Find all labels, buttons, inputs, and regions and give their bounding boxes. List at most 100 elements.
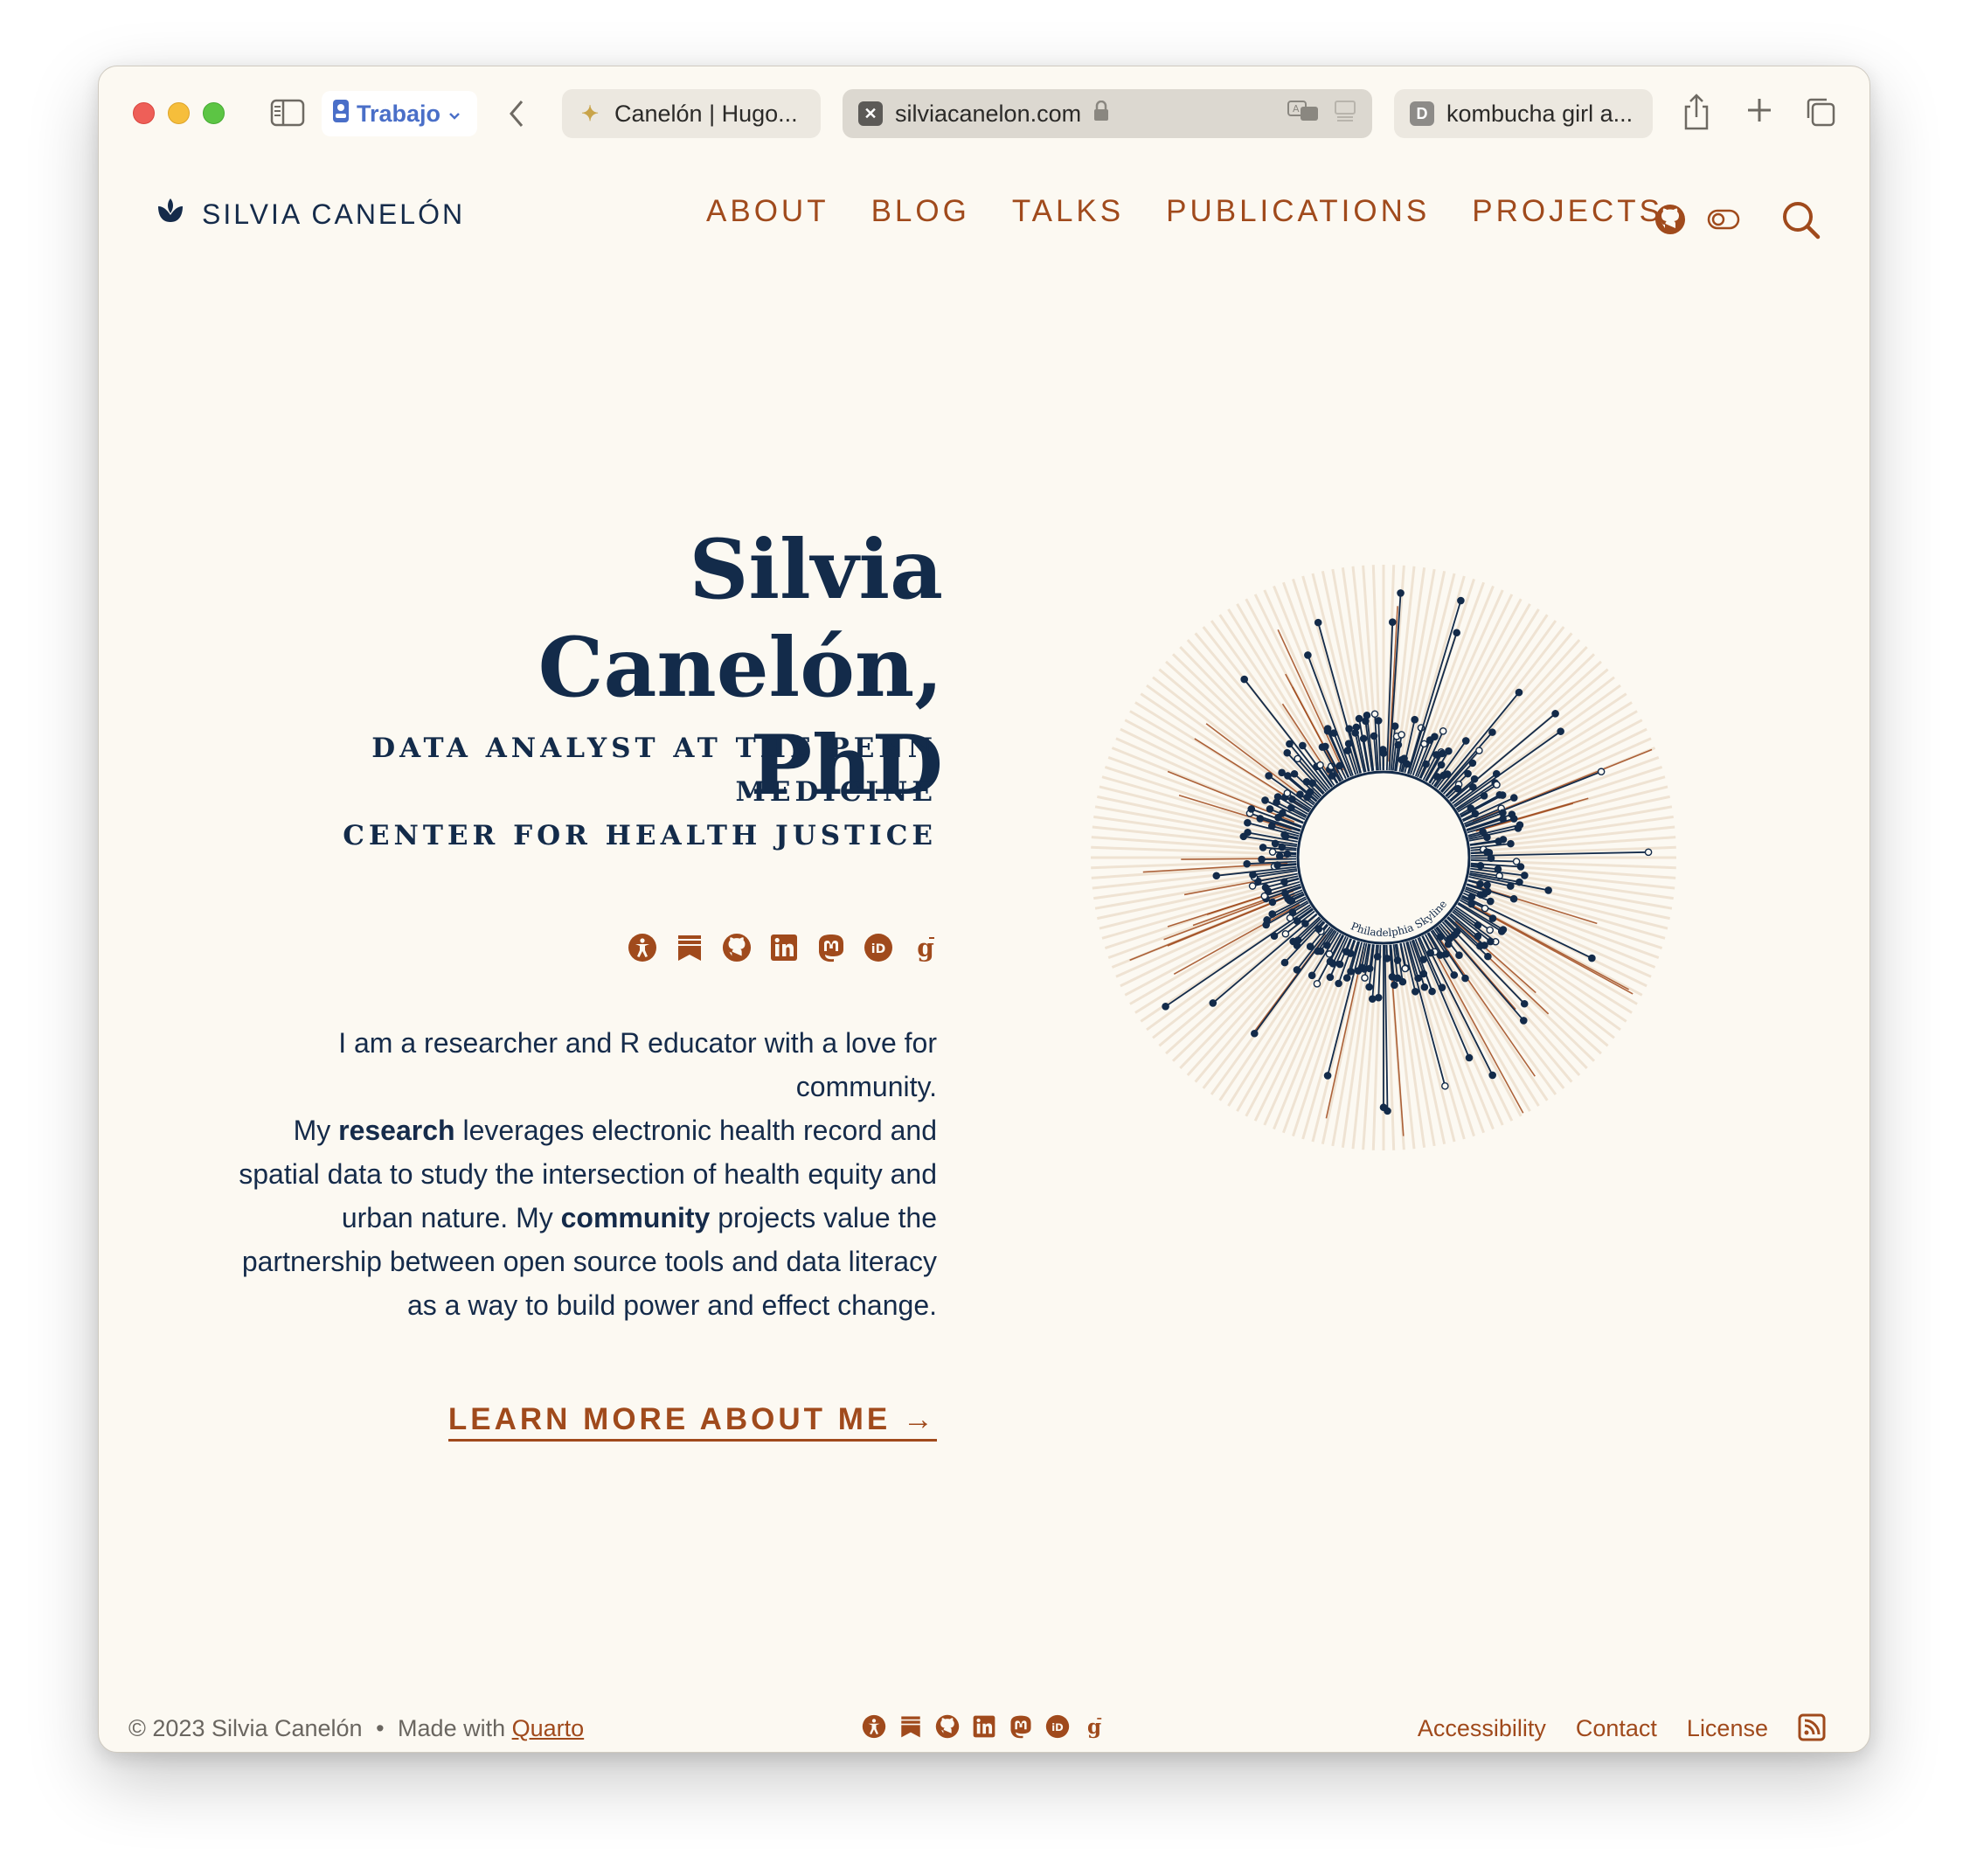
linkedin-icon[interactable] <box>971 1713 997 1740</box>
github-icon[interactable] <box>934 1713 961 1740</box>
viz-lollipop-dot <box>1445 747 1453 755</box>
viz-lollipop-dot <box>1302 777 1311 786</box>
intro-paragraph-1: I am a researcher and R educator with a … <box>338 1027 937 1102</box>
orcid-icon[interactable]: iD <box>863 932 894 963</box>
mastodon-icon[interactable] <box>815 932 847 963</box>
viz-lollipop-dot <box>1488 1071 1496 1080</box>
mastodon-icon[interactable] <box>1008 1713 1034 1740</box>
sidebar-toggle-icon[interactable] <box>269 98 306 128</box>
back-arrow-icon[interactable] <box>501 98 532 129</box>
zoom-window-button[interactable] <box>203 102 225 124</box>
viz-lollipop-dot <box>1281 929 1290 938</box>
viz-lollipop-dot <box>1268 910 1277 918</box>
accessibility-icon[interactable] <box>861 1713 887 1740</box>
viz-lollipop-dot <box>1468 759 1477 768</box>
d-favicon-icon: D <box>1410 101 1434 126</box>
site-brand[interactable]: SILVIA CANELÓN <box>156 198 465 231</box>
viz-lollipop-dot <box>1335 979 1342 988</box>
viz-lollipop-dot <box>1461 974 1469 983</box>
viz-lollipop-dot <box>1450 971 1459 979</box>
viz-lollipop-dot <box>1240 675 1249 684</box>
share-icon[interactable] <box>1679 91 1714 133</box>
viz-lollipop-dot <box>1248 882 1257 890</box>
viz-lollipop-dot <box>1388 618 1397 627</box>
orcid-icon[interactable]: iD <box>1044 1713 1071 1740</box>
address-bar-url[interactable]: silviacanelon.com <box>895 101 1081 128</box>
viz-lollipop-dot <box>1301 920 1309 928</box>
github-icon[interactable] <box>1654 204 1686 240</box>
viz-lollipop-dot <box>1261 796 1269 804</box>
viz-lollipop-dot <box>1275 851 1284 860</box>
linkedin-icon[interactable] <box>768 932 800 963</box>
viz-lollipop-dot <box>1284 772 1292 780</box>
nav-blog[interactable]: BLOG <box>871 194 970 229</box>
google-scholar-icon[interactable]: g <box>1081 1713 1107 1740</box>
nav-projects[interactable]: PROJECTS <box>1472 194 1663 229</box>
research-emphasis: research <box>338 1115 455 1146</box>
new-tab-icon[interactable] <box>1742 93 1777 128</box>
viz-lollipop-dot <box>1273 793 1282 801</box>
bookmark-icon[interactable] <box>674 932 705 963</box>
viz-lollipop-dot <box>1495 837 1503 845</box>
footer-separator: • <box>376 1715 385 1741</box>
viz-lollipop-dot <box>1306 942 1314 951</box>
footer-license-link[interactable]: License <box>1687 1715 1768 1742</box>
viz-lollipop-dot <box>1265 772 1273 780</box>
chevron-down-icon <box>447 101 461 128</box>
close-tab-icon[interactable]: ✕ <box>858 101 883 126</box>
google-scholar-icon[interactable]: g <box>910 932 941 963</box>
tab-silviacanelon-active[interactable]: ✕ silviacanelon.com A <box>843 89 1372 138</box>
viz-lollipop-dot <box>1313 980 1321 988</box>
viz-lollipop-dot <box>1515 688 1523 697</box>
viz-lollipop-dot <box>1509 794 1518 802</box>
viz-lollipop-dot <box>1480 791 1488 800</box>
viz-lollipop-dot <box>1365 983 1373 991</box>
viz-lollipop-dot <box>1286 740 1294 748</box>
viz-lollipop-dot <box>1359 734 1368 743</box>
viz-lollipop-dot <box>1488 914 1497 922</box>
rss-icon[interactable] <box>1798 1713 1828 1743</box>
viz-lollipop-dot <box>1258 855 1266 864</box>
theme-toggle-icon[interactable] <box>1707 209 1740 234</box>
viz-lollipop-dot <box>1498 791 1507 799</box>
footer-contact-link[interactable]: Contact <box>1576 1715 1657 1742</box>
viz-lollipop-dot <box>1439 727 1447 735</box>
learn-more-link[interactable]: LEARN MORE ABOUT ME → <box>447 1402 937 1442</box>
viz-lollipop-dot <box>1487 937 1495 946</box>
translate-icon[interactable]: A <box>1287 99 1320 129</box>
viz-lollipop-dot <box>1283 850 1292 858</box>
tab-canelon-hugo[interactable]: ✦ Canelón | Hugo... <box>562 89 821 138</box>
nav-about[interactable]: ABOUT <box>706 194 829 229</box>
nav-talks[interactable]: TALKS <box>1012 194 1124 229</box>
viz-lollipop-dot <box>1461 737 1470 745</box>
footer-accessibility-link[interactable]: Accessibility <box>1418 1715 1546 1742</box>
viz-lollipop-dot <box>1323 725 1332 733</box>
viz-lollipop-dot <box>1244 829 1252 837</box>
viz-lollipop-dot <box>1323 1072 1332 1080</box>
browser-toolbar: Trabajo ✦ Canelón | Hugo... ✕ silviacane… <box>99 66 1869 163</box>
viz-lollipop-dot <box>1487 897 1495 906</box>
viz-lollipop-dot <box>1314 618 1322 627</box>
tab-kombucha[interactable]: D kombucha girl a... <box>1394 89 1653 138</box>
subtitle-line-1: DATA ANALYST AT THE PENN MEDICINE <box>371 733 937 808</box>
footer-copyright: © 2023 Silvia Canelón • Made with Quarto <box>128 1715 584 1742</box>
nav-publications[interactable]: PUBLICATIONS <box>1166 194 1430 229</box>
viz-lollipop-dot <box>1557 727 1564 735</box>
search-icon[interactable] <box>1780 199 1821 244</box>
viz-lollipop-dot <box>1420 983 1429 991</box>
minimize-window-button[interactable] <box>168 102 190 124</box>
viz-lollipop-dot <box>1438 749 1446 758</box>
viz-lollipop-dot <box>1280 958 1289 967</box>
viz-lollipop-dot <box>1475 747 1483 754</box>
bookmark-icon[interactable] <box>898 1713 924 1740</box>
reader-icon[interactable] <box>1334 99 1356 129</box>
github-icon[interactable] <box>721 932 753 963</box>
accessibility-icon[interactable] <box>627 932 658 963</box>
tab-overview-icon[interactable] <box>1803 94 1838 129</box>
main-nav: ABOUT BLOG TALKS PUBLICATIONS PROJECTS <box>706 194 1705 229</box>
close-window-button[interactable] <box>133 102 155 124</box>
quarto-link[interactable]: Quarto <box>512 1715 585 1741</box>
profile-selector[interactable]: Trabajo <box>322 91 477 136</box>
tab-title: kombucha girl a... <box>1446 100 1634 127</box>
page-subtitle: DATA ANALYST AT THE PENN MEDICINE CENTER… <box>185 726 937 858</box>
